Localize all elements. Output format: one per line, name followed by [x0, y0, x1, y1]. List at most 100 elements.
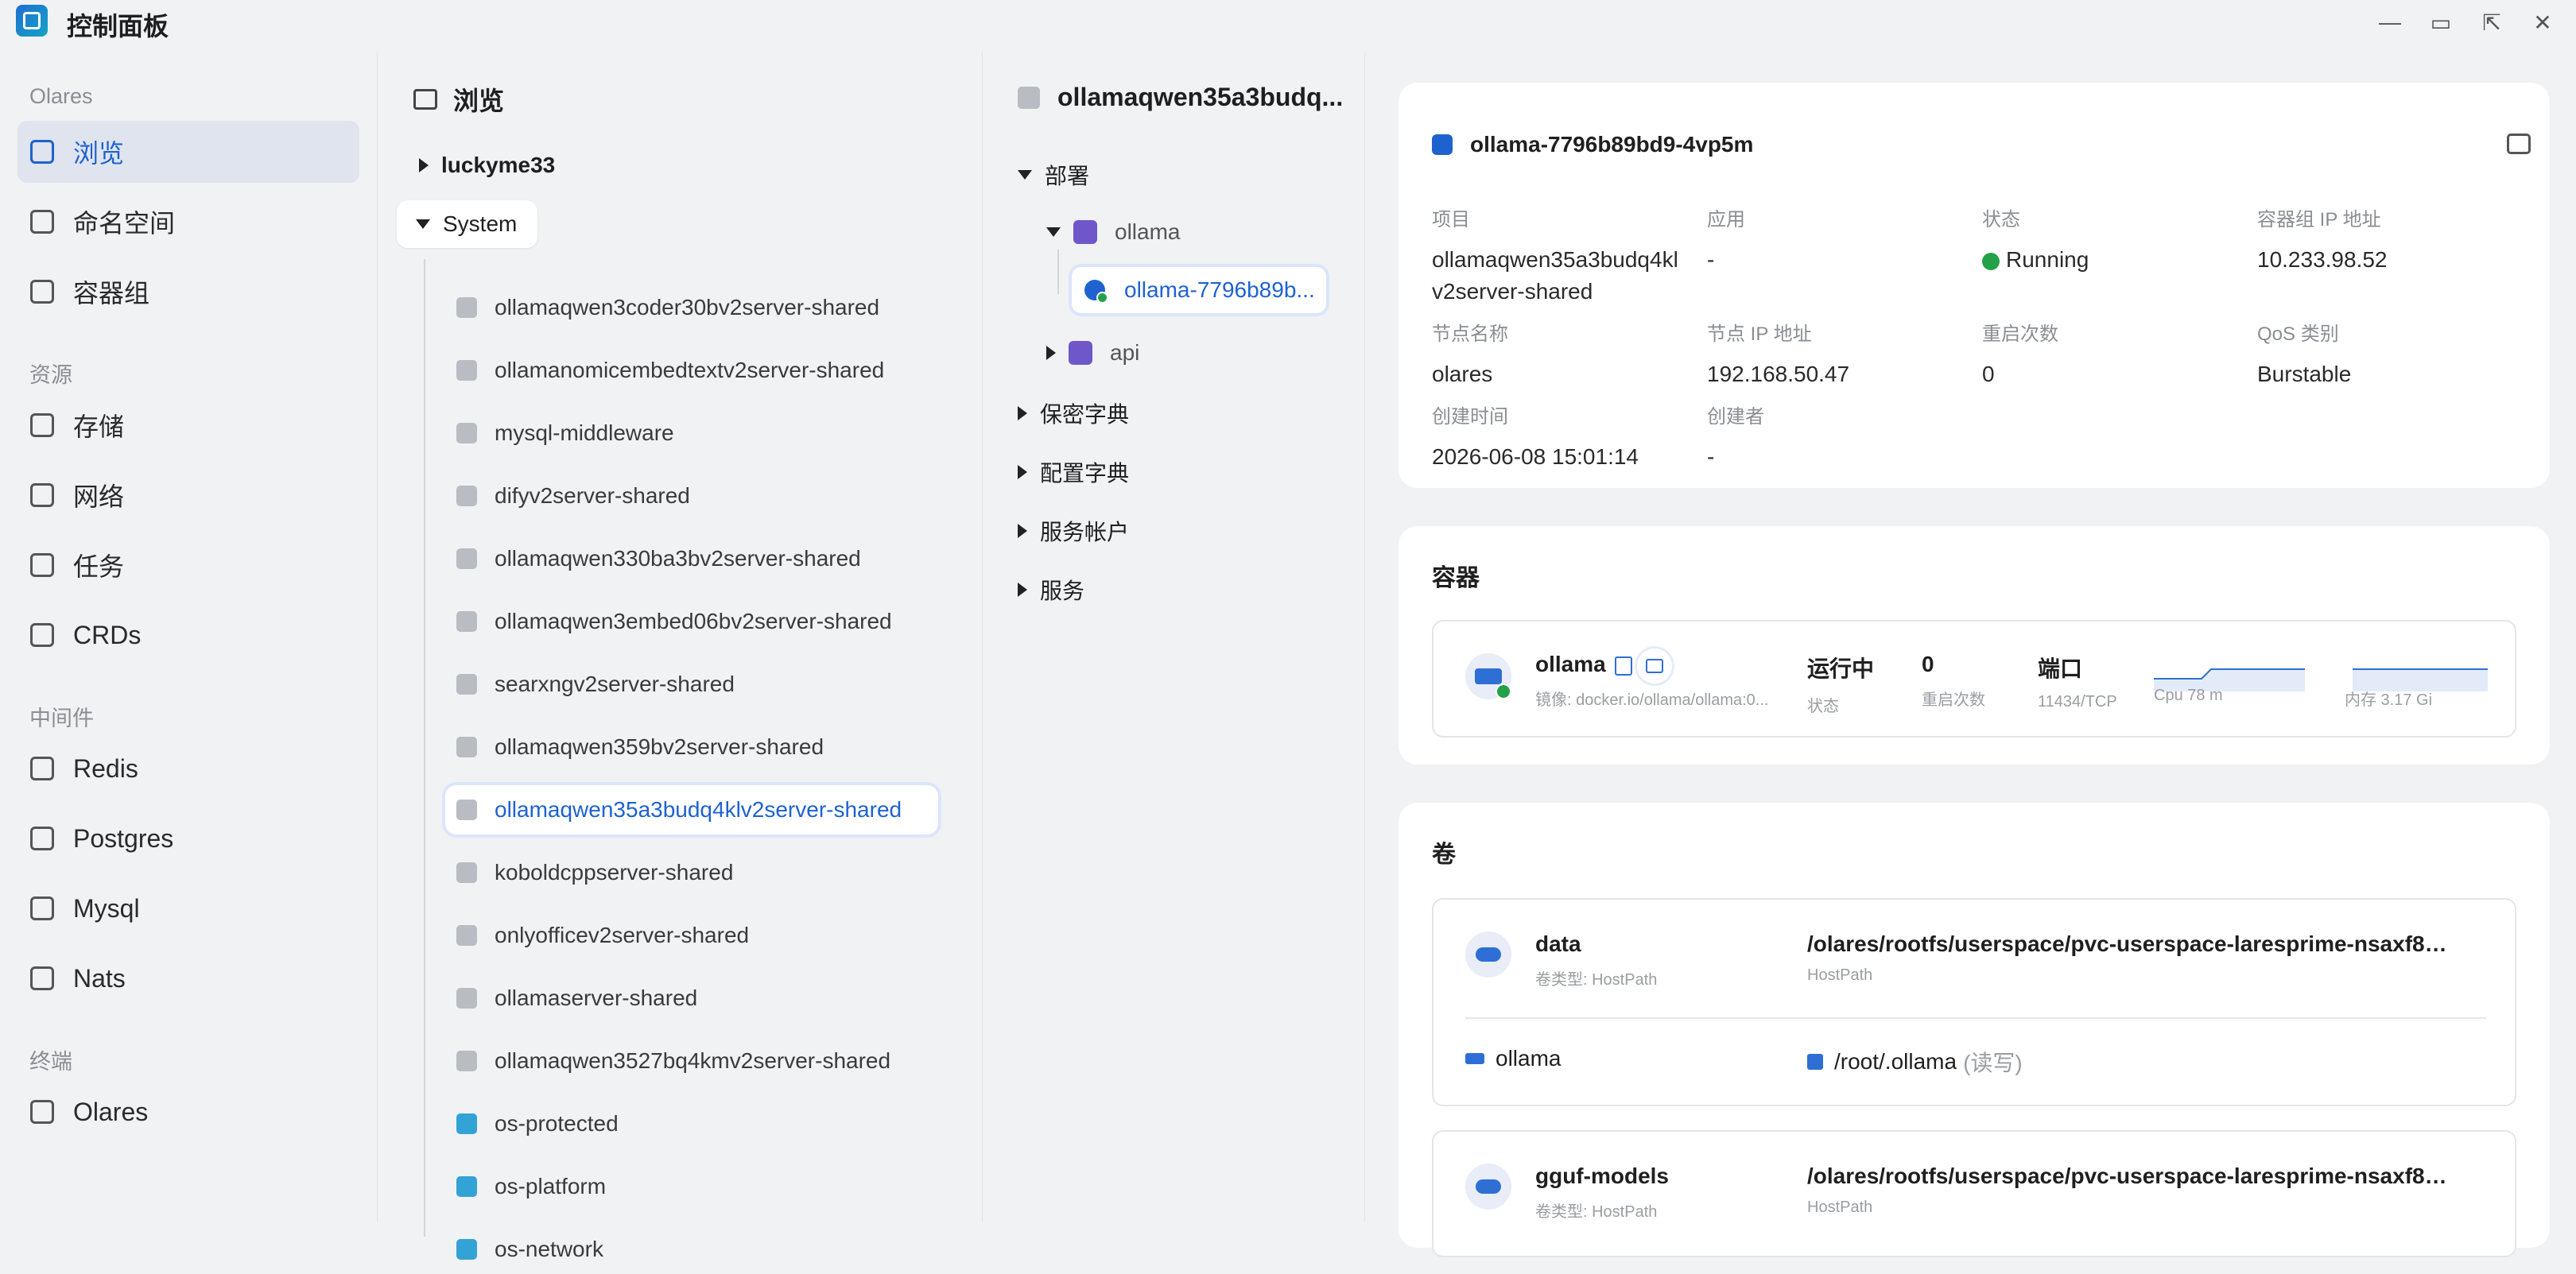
sidebar-item-crds[interactable]: CRDs — [17, 604, 359, 666]
namespace-item[interactable]: difyv2server-shared — [445, 471, 938, 521]
namespace-item[interactable]: onlyofficev2server-shared — [445, 911, 938, 960]
namespace-item[interactable]: ollamanomicembedtextv2server-shared — [445, 346, 938, 395]
nats-icon — [30, 966, 54, 990]
sidebar-item-pods[interactable]: 容器组 — [17, 261, 359, 323]
namespace-label: searxngv2server-shared — [495, 672, 735, 696]
storage-icon — [30, 413, 54, 437]
container-row[interactable]: ollama 镜像: docker.io/ollama/ollama:0... … — [1432, 620, 2516, 738]
field-key: 重启次数 — [1982, 323, 2058, 345]
volume-path-type: HostPath — [1807, 966, 1873, 984]
container-name: ollama — [1535, 652, 1606, 676]
window-controls: — ▭ ⇱ ✕ — [2376, 8, 2557, 37]
namespace-item[interactable]: os-platform — [445, 1162, 938, 1211]
pop-out-icon[interactable]: ⇱ — [2477, 8, 2506, 37]
namespace-item[interactable]: ollamaqwen3527bq4kmv2server-shared — [445, 1036, 938, 1086]
user-node-luckyme33[interactable]: luckyme33 — [419, 153, 555, 178]
sidebar-item-storage[interactable]: 存储 — [17, 394, 359, 456]
stat-value: 端口 — [2038, 656, 2083, 681]
redis-icon — [30, 757, 54, 780]
volume-item[interactable]: data 卷类型: HostPath /olares/rootfs/usersp… — [1432, 898, 2516, 1106]
container-ports: 端口 11434/TCP — [2038, 652, 2117, 711]
sidebar-group-resources: 资源 — [29, 363, 72, 387]
logs-icon[interactable] — [1615, 656, 1632, 676]
namespace-label: ollamaqwen35a3budq4klv2server-shared — [495, 797, 902, 822]
mount-icon — [1807, 1054, 1823, 1070]
sidebar-item-label: CRDs — [73, 620, 142, 649]
field-creator: 创建者 - — [1707, 401, 1961, 473]
containers-card: 容器 ollama 镜像: docker.io/ollama/ollama:0.… — [1399, 526, 2550, 765]
resource-panel: ollamaqwen35a3budq... 部署 ollama ollama-7… — [983, 52, 1365, 1222]
namespace-label: os-platform — [495, 1174, 607, 1198]
collapse-arrow-icon — [1018, 170, 1032, 180]
namespace-label: mysql-middleware — [495, 420, 674, 445]
sidebar-item-redis[interactable]: Redis — [17, 738, 359, 800]
sidebar-item-label: 存储 — [73, 412, 125, 441]
memory-label: 内存 3.17 Gi — [2345, 691, 2433, 709]
cube-icon — [30, 280, 54, 304]
close-icon[interactable]: ✕ — [2528, 8, 2557, 37]
volume-item[interactable]: gguf-models 卷类型: HostPath /olares/rootfs… — [1432, 1130, 2516, 1257]
namespace-item-selected[interactable]: ollamaqwen35a3budq4klv2server-shared — [445, 785, 938, 834]
sidebar-item-postgres[interactable]: Postgres — [17, 807, 359, 869]
namespace-item[interactable]: mysql-middleware — [445, 409, 938, 458]
service-accounts-node[interactable]: 服务帐户 — [1018, 515, 1129, 547]
namespace-cube-icon — [456, 423, 477, 443]
deployment-label: ollama — [1115, 219, 1181, 244]
sidebar-item-label: 任务 — [73, 552, 125, 581]
sidebar-item-nats[interactable]: Nats — [17, 947, 359, 1009]
system-namespace-icon — [456, 1176, 477, 1197]
sidebar-item-jobs[interactable]: 任务 — [17, 534, 359, 596]
sidebar-item-browse[interactable]: 浏览 — [17, 121, 359, 183]
services-node[interactable]: 服务 — [1018, 574, 1084, 606]
sidebar-item-label: Olares — [73, 1097, 149, 1126]
sidebar-item-label: Nats — [73, 963, 126, 993]
deployment-api[interactable]: api — [1046, 340, 1139, 366]
pod-label: ollama-7796b89b... — [1124, 277, 1315, 302]
namespace-item[interactable]: os-network — [445, 1225, 938, 1274]
namespace-item[interactable]: ollamaqwen330ba3bv2server-shared — [445, 534, 938, 583]
namespace-item[interactable]: koboldcppserver-shared — [445, 848, 938, 897]
namespace-item[interactable]: ollamaserver-shared — [445, 974, 938, 1023]
maximize-icon[interactable]: ▭ — [2427, 8, 2455, 37]
deployment-label: api — [1110, 340, 1140, 365]
pod-item-selected[interactable]: ollama-7796b89b... — [1072, 267, 1326, 313]
namespace-title: ollamaqwen35a3budq... — [1057, 83, 1344, 111]
sidebar-item-mysql[interactable]: Mysql — [17, 877, 359, 939]
namespace-item[interactable]: ollamaqwen3coder30bv2server-shared — [445, 283, 938, 332]
view-yaml-icon[interactable] — [2507, 134, 2531, 154]
system-namespace-icon — [456, 1239, 477, 1260]
field-created: 创建时间 2026-06-08 15:01:14 — [1432, 401, 1686, 473]
section-label: 配置字典 — [1040, 461, 1130, 486]
user-label: System — [443, 211, 518, 236]
user-node-system[interactable]: System — [397, 200, 538, 248]
namespace-cube-icon — [456, 360, 477, 381]
namespace-label: ollamaqwen330ba3bv2server-shared — [495, 546, 861, 571]
namespace-item[interactable]: ollamaqwen3embed06bv2server-shared — [445, 597, 938, 646]
secrets-node[interactable]: 保密字典 — [1018, 397, 1129, 429]
namespace-label: ollamaqwen3coder30bv2server-shared — [495, 295, 880, 319]
namespace-item[interactable]: searxngv2server-shared — [445, 660, 938, 709]
browse-header: 浏览 — [413, 81, 504, 118]
sidebar-item-network[interactable]: 网络 — [17, 464, 359, 526]
system-namespace-icon — [456, 1113, 477, 1134]
namespace-cube-icon — [456, 548, 477, 569]
sidebar-item-namespaces[interactable]: 命名空间 — [17, 191, 359, 253]
configmaps-node[interactable]: 配置字典 — [1018, 456, 1129, 488]
field-value: - — [1707, 247, 1715, 272]
namespace-item[interactable]: ollamaqwen359bv2server-shared — [445, 722, 938, 772]
sidebar-item-label: 容器组 — [73, 279, 150, 308]
cube-icon — [30, 623, 54, 647]
mount-path-row: /root/.ollama (读写) — [1807, 1046, 2023, 1078]
namespace-cube-icon — [456, 862, 477, 883]
pod-icon — [1084, 280, 1108, 304]
sidebar-item-terminal-olares[interactable]: Olares — [17, 1081, 359, 1143]
minimize-icon[interactable]: — — [2376, 8, 2404, 37]
section-label: 保密字典 — [1040, 402, 1130, 427]
terminal-icon[interactable] — [1637, 649, 1672, 683]
namespace-cube-icon — [456, 611, 477, 632]
namespace-item[interactable]: os-protected — [445, 1099, 938, 1148]
namespace-label: ollamaqwen359bv2server-shared — [495, 734, 824, 759]
field-key: 节点 IP 地址 — [1707, 323, 1812, 345]
deployment-ollama[interactable]: ollama — [1046, 219, 1180, 245]
deployments-node[interactable]: 部署 — [1018, 159, 1089, 191]
